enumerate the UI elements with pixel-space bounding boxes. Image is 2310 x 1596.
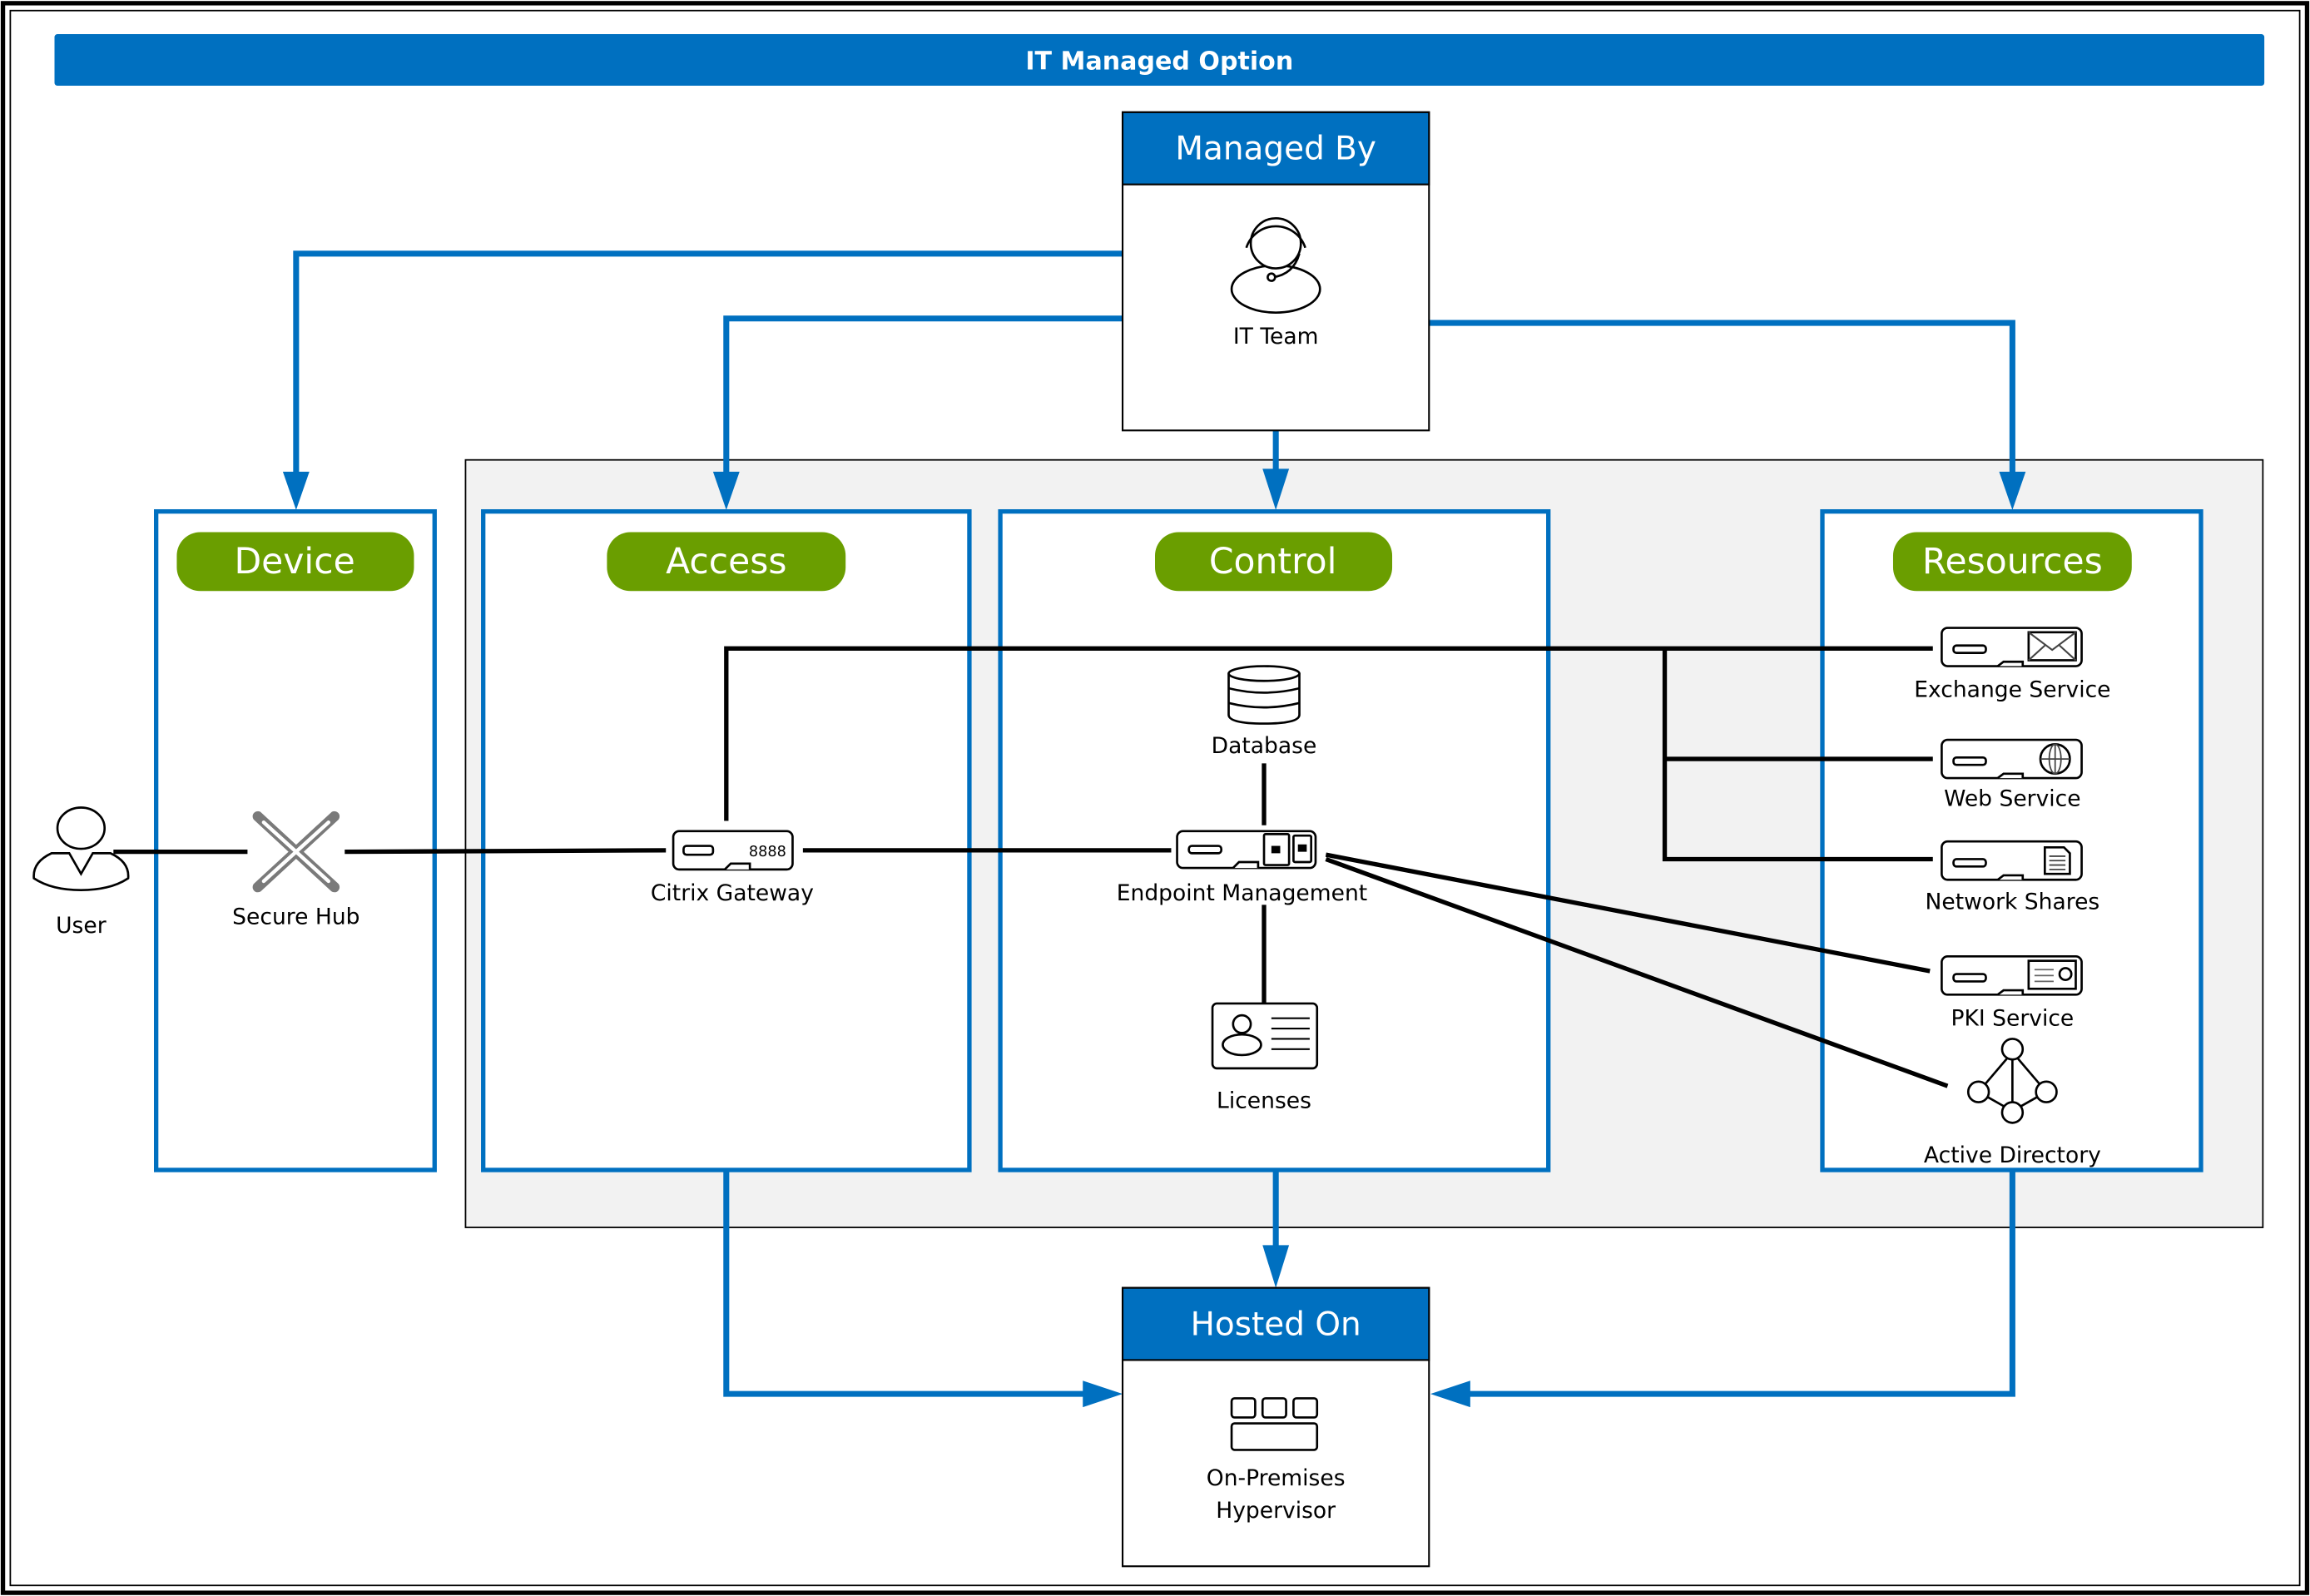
diagram-title: IT Managed Option [1025, 47, 1293, 77]
active-directory-label: Active Directory [1924, 1142, 2101, 1168]
exchange-service-label: Exchange Service [1914, 677, 2110, 703]
svg-text:8888: 8888 [749, 844, 786, 860]
hosted-on-box: Hosted On On-Premises Hypervisor [1121, 1286, 1430, 1568]
licenses-label: Licenses [1217, 1088, 1311, 1114]
device-section: Device [154, 509, 437, 1172]
gateway-appliance-icon: 8888 [672, 830, 794, 871]
hosted-on-label-line1: On-Premises [1207, 1465, 1346, 1491]
device-pill-label: Device [234, 542, 354, 582]
web-service-label: Web Service [1944, 786, 2080, 812]
managed-by-box: Managed By IT Team [1121, 111, 1430, 432]
user-label: User [56, 913, 107, 939]
certificate-server-icon [1941, 954, 2083, 996]
pki-service-label: PKI Service [1951, 1006, 2074, 1032]
hosted-on-header: Hosted On [1191, 1306, 1361, 1343]
hosted-on-label-line2: Hypervisor [1216, 1498, 1336, 1524]
citrix-gateway-label: Citrix Gateway [651, 880, 814, 906]
control-pill-label: Control [1209, 542, 1337, 582]
globe-server-icon [1941, 738, 2083, 780]
endpoint-management-label: Endpoint Management [1117, 880, 1367, 906]
managed-by-header: Managed By [1175, 131, 1376, 168]
web-service-node: Web Service [1941, 738, 2083, 812]
resources-pill-label: Resources [1922, 542, 2103, 582]
endpoint-appliance-icon [1176, 830, 1317, 870]
title-bar: IT Managed Option [54, 34, 2265, 87]
access-pill-label: Access [666, 542, 786, 582]
mail-server-icon [1941, 627, 2083, 667]
securehub-to-gateway-line [345, 848, 667, 855]
diagram-canvas: IT Managed Option Managed By IT Team Dev… [0, 1, 2310, 1595]
database-label: Database [1212, 733, 1317, 759]
document-server-icon [1941, 840, 2083, 881]
it-team-label: IT Team [1233, 324, 1319, 349]
licenses-node: Licenses [1211, 1002, 1319, 1114]
license-card-icon [1211, 1002, 1319, 1070]
hypervisor-icon [1230, 1397, 1319, 1451]
network-shares-node: Network Shares [1926, 840, 2100, 915]
citrix-gateway-node: 8888 Citrix Gateway [651, 830, 814, 906]
secure-hub-label: Secure Hub [232, 904, 359, 929]
database-icon [1227, 665, 1301, 725]
network-shares-label: Network Shares [1926, 890, 2100, 915]
pki-service-node: PKI Service [1941, 954, 2083, 1032]
